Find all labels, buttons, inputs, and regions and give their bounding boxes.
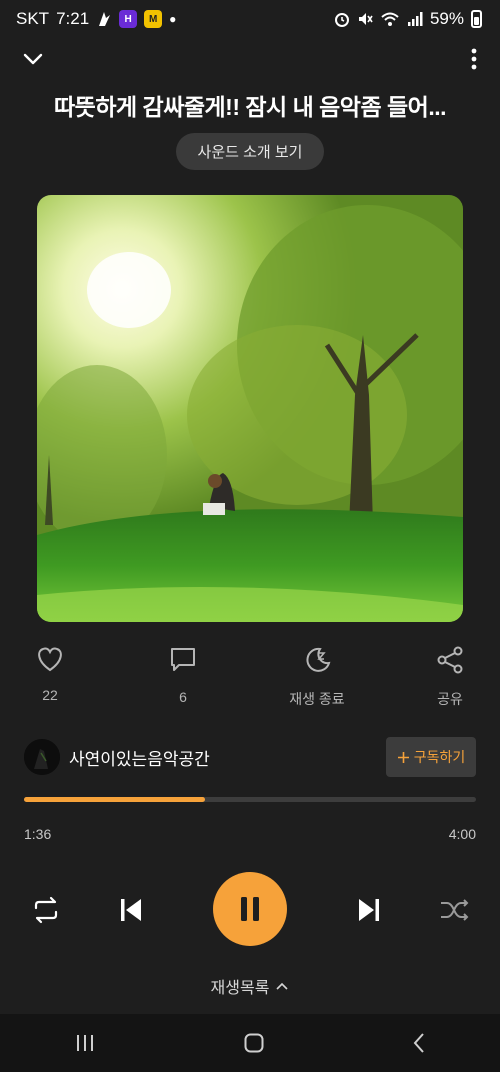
subscribe-button[interactable]: 구독하기: [386, 737, 476, 777]
playback-controls: [0, 870, 500, 950]
back-button[interactable]: [412, 1032, 426, 1054]
app-notification-icon: H: [119, 10, 138, 28]
share-button[interactable]: 공유: [405, 645, 495, 709]
progress-bar[interactable]: [24, 797, 476, 802]
next-icon: [359, 899, 379, 921]
comment-icon: [171, 648, 195, 671]
artwork-image: [37, 195, 463, 622]
alarm-icon: [334, 13, 349, 27]
more-options-button[interactable]: [470, 48, 478, 70]
previous-icon: [121, 899, 141, 921]
moon-icon: [306, 647, 331, 672]
channel-avatar[interactable]: [24, 739, 60, 775]
status-left: SKT 7:21 H M ●: [16, 9, 176, 29]
status-right: 59%: [334, 9, 482, 29]
subscribe-label: 구독하기: [413, 749, 466, 765]
comment-count: 6: [179, 689, 187, 705]
heart-icon: [38, 647, 62, 672]
system-nav-bar: [0, 1014, 500, 1072]
recent-apps-button[interactable]: [74, 1033, 96, 1053]
plus-icon: [397, 751, 409, 763]
action-row: 22 6 재생 종료 공유: [0, 645, 500, 715]
sound-intro-button[interactable]: 사운드 소개 보기: [176, 133, 324, 170]
sleep-timer-label: 재생 종료: [289, 691, 345, 707]
repeat-icon: [34, 896, 58, 924]
collapse-button[interactable]: [22, 52, 44, 66]
current-time: 1:36: [24, 826, 52, 842]
app-notification-icon-2: M: [144, 10, 163, 28]
channel-row: 사연이있는음악공간 구독하기: [24, 736, 476, 778]
comment-button[interactable]: 6: [138, 645, 228, 705]
back-icon: [413, 1033, 425, 1053]
total-time: 4:00: [448, 826, 476, 842]
share-icon: [437, 646, 463, 674]
track-title: 따뜻하게 감싸줄게!! 잠시 내 음악좀 들어...: [54, 94, 447, 120]
repeat-button[interactable]: [28, 892, 64, 928]
carrier: SKT: [16, 9, 50, 28]
album-artwork: [37, 195, 463, 622]
avatar-image: [24, 739, 60, 775]
more-notifications-dot: ●: [169, 12, 177, 26]
top-bar: [0, 42, 500, 76]
mute-icon: [358, 13, 373, 25]
playlist-label: 재생목록: [210, 980, 270, 997]
clock: 7:21: [56, 9, 90, 28]
progress-fill: [24, 797, 205, 802]
battery-percent: 59%: [429, 9, 464, 28]
pause-icon: [241, 897, 259, 921]
pause-button[interactable]: [213, 872, 287, 946]
battery-icon: [471, 10, 482, 28]
like-button[interactable]: 22: [5, 645, 95, 703]
shuffle-button[interactable]: [436, 892, 472, 928]
wifi-icon: [381, 12, 399, 26]
home-icon: [244, 1033, 264, 1053]
previous-button[interactable]: [113, 892, 149, 928]
next-button[interactable]: [351, 892, 387, 928]
signal-icon: [407, 12, 423, 26]
channel-name[interactable]: 사연이있는음악공간: [69, 745, 386, 770]
recent-apps-icon: [76, 1035, 93, 1051]
shuffle-icon: [441, 899, 469, 921]
playlist-toggle[interactable]: 재생목록: [0, 974, 500, 998]
like-count: 22: [42, 687, 58, 703]
chevron-up-icon: [276, 982, 289, 990]
sleep-timer-button[interactable]: 재생 종료: [272, 645, 362, 709]
more-vertical-icon: [471, 48, 477, 70]
status-bar: SKT 7:21 H M ● 59%: [0, 0, 500, 38]
chevron-down-icon: [23, 53, 43, 65]
home-button[interactable]: [243, 1032, 265, 1054]
share-label: 공유: [437, 691, 463, 707]
bird-icon: [99, 12, 111, 26]
